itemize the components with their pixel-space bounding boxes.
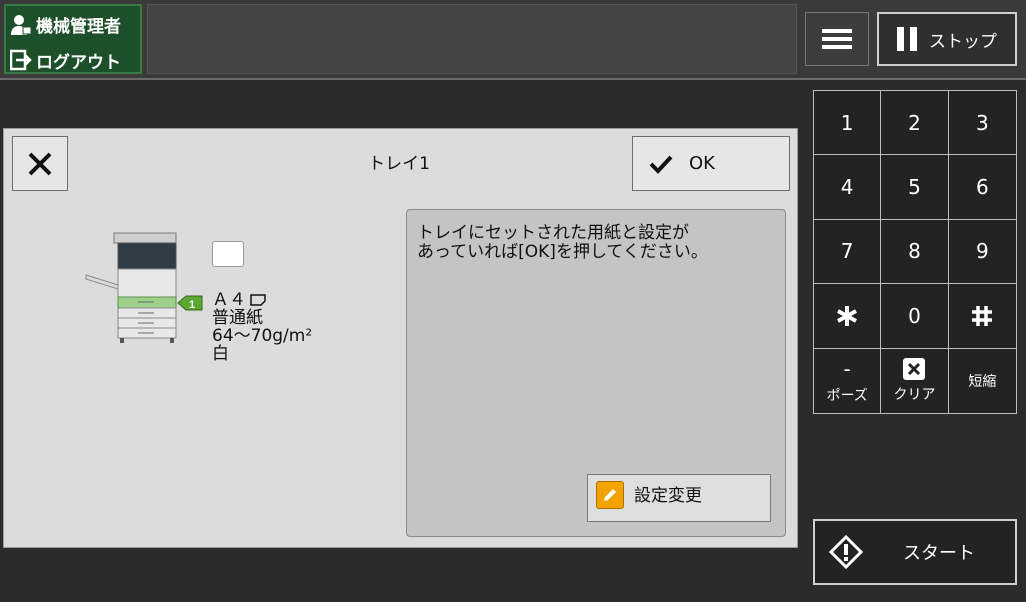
close-button[interactable] xyxy=(12,136,68,191)
user-label: 機械管理者 xyxy=(36,16,121,37)
paper-weight: 64～70g/m² xyxy=(212,326,313,346)
key-3[interactable]: 3 xyxy=(948,91,1016,156)
key-1[interactable]: 1 xyxy=(814,91,882,156)
user-icon xyxy=(11,15,32,35)
pause-icon xyxy=(897,27,917,51)
numeric-keypad: 1 2 3 4 5 6 7 8 9 0 - ポーズ クリア 短縮 xyxy=(813,90,1017,414)
ok-label: OK xyxy=(689,153,715,174)
key-asterisk[interactable] xyxy=(814,284,882,349)
pause-symbol: - xyxy=(843,356,851,381)
tray-number-badge: 1 xyxy=(189,299,195,311)
key-hash[interactable] xyxy=(948,284,1016,349)
ok-button[interactable]: OK xyxy=(632,136,790,191)
menu-button[interactable] xyxy=(805,12,869,66)
instruction-text: トレイにセットされた用紙と設定が あっていれば[OK]を押してください。 xyxy=(417,224,777,262)
message-area xyxy=(147,4,797,74)
logout-row[interactable]: ログアウト xyxy=(10,46,121,74)
key-5[interactable]: 5 xyxy=(881,155,949,220)
user-panel[interactable]: 機械管理者 ログアウト xyxy=(4,4,142,74)
start-label: スタート xyxy=(903,543,975,564)
change-settings-button[interactable]: 設定変更 xyxy=(587,474,771,522)
key-9[interactable]: 9 xyxy=(948,219,1016,285)
key-clear[interactable]: クリア xyxy=(881,348,949,413)
hash-icon xyxy=(972,305,993,326)
start-diamond-icon xyxy=(829,535,863,569)
logout-label: ログアウト xyxy=(36,52,121,73)
checkmark-icon xyxy=(649,155,673,174)
top-bar: 機械管理者 ログアウト ストップ xyxy=(0,0,1026,80)
paper-color-swatch xyxy=(212,241,244,267)
pencil-icon xyxy=(596,481,624,509)
logout-icon xyxy=(10,49,32,71)
instruction-line-1: トレイにセットされた用紙と設定が xyxy=(417,223,689,243)
asterisk-icon xyxy=(837,305,858,326)
close-icon xyxy=(28,152,52,175)
key-4[interactable]: 4 xyxy=(814,155,882,220)
paper-size-row: Ａ４ xyxy=(212,291,312,309)
stop-label: ストップ xyxy=(929,31,997,52)
dialog-title: トレイ1 xyxy=(368,154,430,174)
key-6[interactable]: 6 xyxy=(948,155,1016,220)
start-button[interactable]: スタート xyxy=(813,519,1017,585)
clear-label: クリア xyxy=(893,386,936,403)
key-pause[interactable]: - ポーズ xyxy=(814,348,882,413)
key-8[interactable]: 8 xyxy=(881,219,949,285)
change-settings-label: 設定変更 xyxy=(634,486,702,506)
hamburger-icon xyxy=(822,29,852,49)
key-7[interactable]: 7 xyxy=(814,219,882,285)
clear-x-icon xyxy=(903,357,926,380)
pause-label: ポーズ xyxy=(826,387,868,404)
stop-button[interactable]: ストップ xyxy=(877,12,1017,66)
printer-illustration: 1 xyxy=(85,232,203,343)
paper-type: 普通紙 xyxy=(212,308,263,328)
key-short-dial[interactable]: 短縮 xyxy=(948,348,1016,413)
tray-dialog: トレイ1 OK 1 Ａ４ 普通紙 64～70g/m² 白 トレイにセットされた用… xyxy=(3,128,798,548)
paper-size: Ａ４ xyxy=(212,290,246,310)
paper-info: Ａ４ 普通紙 64～70g/m² 白 xyxy=(212,291,312,363)
key-2[interactable]: 2 xyxy=(881,91,949,156)
user-row[interactable]: 機械管理者 xyxy=(10,10,121,38)
key-0[interactable]: 0 xyxy=(881,284,949,349)
instruction-line-2: あっていれば[OK]を押してください。 xyxy=(417,242,708,262)
info-panel: トレイにセットされた用紙と設定が あっていれば[OK]を押してください。 設定変… xyxy=(406,209,786,537)
paper-orientation-icon xyxy=(250,294,266,306)
paper-color: 白 xyxy=(212,344,229,364)
